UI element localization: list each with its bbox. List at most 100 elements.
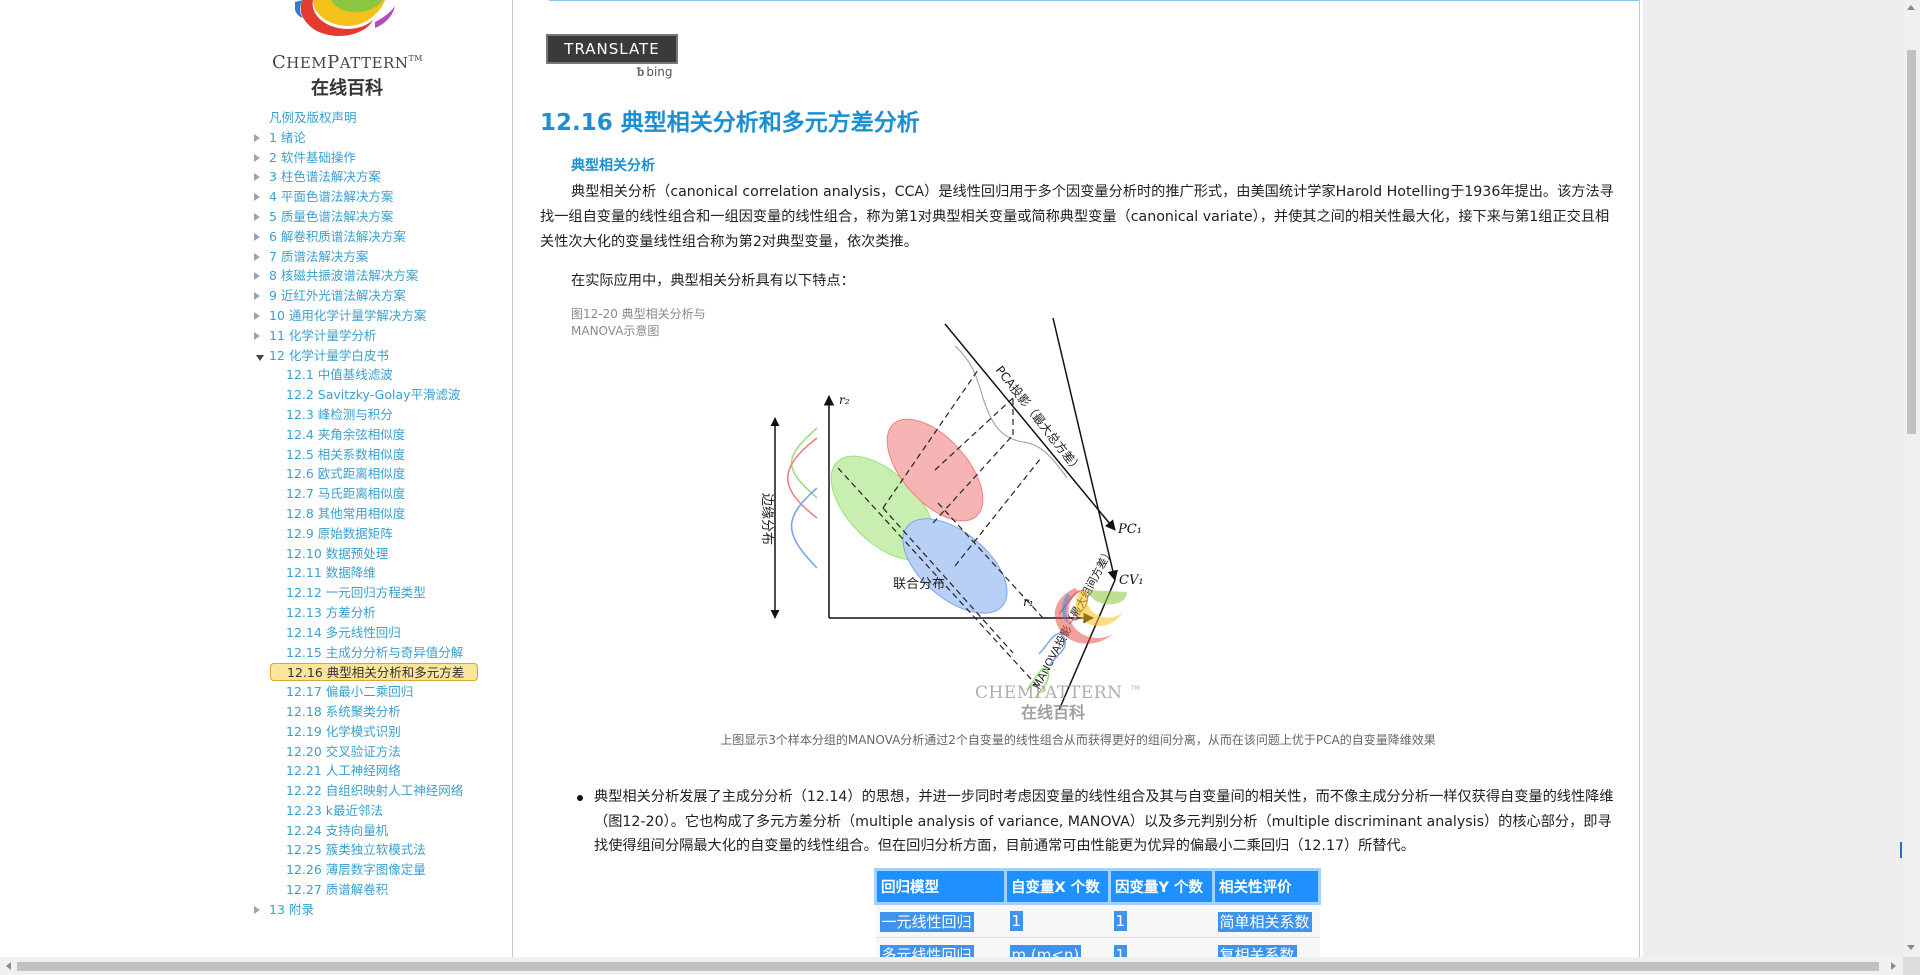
toc-item-label[interactable]: 12.10 数据预处理	[286, 544, 388, 564]
toc-item-label[interactable]: 凡例及版权声明	[269, 108, 357, 128]
scroll-right-arrow-icon[interactable]	[1891, 962, 1896, 970]
toc-item-12.25[interactable]: 12.25 簇类独立软模式法	[0, 840, 512, 860]
toc-item-label[interactable]: 4 平面色谱法解决方案	[269, 187, 393, 207]
toc-item-label[interactable]: 12.25 簇类独立软模式法	[286, 840, 426, 860]
collapsed-arrow-icon[interactable]	[254, 133, 260, 142]
toc-item-12[interactable]: 12 化学计量学白皮书	[0, 346, 512, 366]
toc-item-label[interactable]: 12.19 化学模式识别	[286, 722, 401, 742]
toc-item-1[interactable]: 1 绪论	[0, 128, 512, 148]
toc-item-10[interactable]: 10 通用化学计量学解决方案	[0, 306, 512, 326]
toc-item-label[interactable]: 12.2 Savitzky-Golay平滑滤波	[286, 385, 461, 405]
toc-item-label[interactable]: 12.6 欧式距离相似度	[286, 464, 405, 484]
toc-item-13[interactable]: 13 附录	[0, 900, 512, 920]
collapsed-arrow-icon[interactable]	[254, 153, 260, 162]
toc-item-label[interactable]: 8 核磁共振波谱法解决方案	[269, 266, 418, 286]
toc-item-11[interactable]: 11 化学计量学分析	[0, 326, 512, 346]
collapsed-arrow-icon[interactable]	[254, 193, 260, 202]
toc-item-label[interactable]: 12.26 薄层数字图像定量	[286, 860, 426, 880]
collapsed-arrow-icon[interactable]	[254, 232, 260, 241]
toc-item-label[interactable]: 12.14 多元线性回归	[286, 623, 401, 643]
collapsed-arrow-icon[interactable]	[254, 272, 260, 281]
translate-button[interactable]: TRANSLATE	[546, 34, 678, 64]
toc-item-label[interactable]: 12.3 峰检测与积分	[286, 405, 393, 425]
toc-item-12.15[interactable]: 12.15 主成分分析与奇异值分解	[0, 643, 512, 663]
toc-item-12.17[interactable]: 12.17 偏最小二乘回归	[0, 682, 512, 702]
toc-item-label[interactable]: 12.12 一元回归方程类型	[286, 583, 426, 603]
vertical-scroll-thumb[interactable]	[1907, 50, 1916, 434]
toc-item-label[interactable]: 1 绪论	[269, 128, 306, 148]
toc-item-label[interactable]: 12.4 夹角余弦相似度	[286, 425, 405, 445]
toc-item-6[interactable]: 6 解卷积质谱法解决方案	[0, 227, 512, 247]
toc-item-12.14[interactable]: 12.14 多元线性回归	[0, 623, 512, 643]
toc-item-label[interactable]: 6 解卷积质谱法解决方案	[269, 227, 406, 247]
toc-item-12.23[interactable]: 12.23 k最近邻法	[0, 801, 512, 821]
toc-item-label[interactable]: 12.27 质谱解卷积	[286, 880, 388, 900]
toc-item-12.19[interactable]: 12.19 化学模式识别	[0, 722, 512, 742]
toc-item-preface[interactable]: 凡例及版权声明	[0, 108, 512, 128]
toc-item-7[interactable]: 7 质谱法解决方案	[0, 247, 512, 267]
toc-item-label[interactable]: 12.22 自组织映射人工神经网络	[286, 781, 463, 801]
expanded-arrow-icon[interactable]	[256, 354, 264, 361]
toc-item-active[interactable]: 12.16 典型相关分析和多元方差	[0, 662, 512, 682]
toc-item-12.3[interactable]: 12.3 峰检测与积分	[0, 405, 512, 425]
toc-item-label[interactable]: 12.20 交叉验证方法	[286, 742, 401, 762]
toc-item-12.22[interactable]: 12.22 自组织映射人工神经网络	[0, 781, 512, 801]
toc-item-12.13[interactable]: 12.13 方差分析	[0, 603, 512, 623]
toc-item-3[interactable]: 3 柱色谱法解决方案	[0, 167, 512, 187]
toc-item-label[interactable]: 12.11 数据降维	[286, 563, 376, 583]
toc-item-label[interactable]: 10 通用化学计量学解决方案	[269, 306, 426, 326]
toc-item-12.8[interactable]: 12.8 其他常用相似度	[0, 504, 512, 524]
toc-item-label[interactable]: 7 质谱法解决方案	[269, 247, 368, 267]
collapsed-arrow-icon[interactable]	[254, 292, 260, 301]
toc-item-label[interactable]: 3 柱色谱法解决方案	[269, 167, 381, 187]
toc-item-label[interactable]: 12.5 相关系数相似度	[286, 445, 405, 465]
toc-item-label[interactable]: 9 近红外光谱法解决方案	[269, 286, 406, 306]
toc-item-label[interactable]: 12.1 中值基线滤波	[286, 365, 393, 385]
toc-item-label[interactable]: 12.24 支持向量机	[286, 821, 388, 841]
toc-item-label[interactable]: 13 附录	[269, 900, 314, 920]
toc-item-label[interactable]: 12.9 原始数据矩阵	[286, 524, 393, 544]
toc-item-label[interactable]: 12.7 马氏距离相似度	[286, 484, 405, 504]
toc-item-label[interactable]: 2 软件基础操作	[269, 148, 356, 168]
toc-item-label[interactable]: 5 质量色谱法解决方案	[269, 207, 393, 227]
toc-item-8[interactable]: 8 核磁共振波谱法解决方案	[0, 266, 512, 286]
horizontal-scrollbar[interactable]	[0, 957, 1903, 975]
toc-item-label[interactable]: 12.13 方差分析	[286, 603, 376, 623]
horizontal-scroll-thumb[interactable]	[17, 962, 1879, 971]
toc-item-label[interactable]: 12.23 k最近邻法	[286, 801, 383, 821]
toc-item-5[interactable]: 5 质量色谱法解决方案	[0, 207, 512, 227]
toc-item-12.11[interactable]: 12.11 数据降维	[0, 563, 512, 583]
collapsed-arrow-icon[interactable]	[254, 331, 260, 340]
toc-item-label[interactable]: 12.15 主成分分析与奇异值分解	[286, 643, 463, 663]
toc-item-12.20[interactable]: 12.20 交叉验证方法	[0, 742, 512, 762]
toc-item-12.12[interactable]: 12.12 一元回归方程类型	[0, 583, 512, 603]
bing-attribution[interactable]: ᵬ bing	[637, 65, 673, 79]
toc-item-12.1[interactable]: 12.1 中值基线滤波	[0, 365, 512, 385]
collapsed-arrow-icon[interactable]	[254, 905, 260, 914]
collapsed-arrow-icon[interactable]	[254, 212, 260, 221]
toc-item-12.5[interactable]: 12.5 相关系数相似度	[0, 445, 512, 465]
toc-item-12.27[interactable]: 12.27 质谱解卷积	[0, 880, 512, 900]
scroll-up-arrow-icon[interactable]	[1907, 5, 1915, 10]
toc-item-12.26[interactable]: 12.26 薄层数字图像定量	[0, 860, 512, 880]
collapsed-arrow-icon[interactable]	[254, 173, 260, 182]
toc-item-12.7[interactable]: 12.7 马氏距离相似度	[0, 484, 512, 504]
collapsed-arrow-icon[interactable]	[254, 252, 260, 261]
toc-item-12.2[interactable]: 12.2 Savitzky-Golay平滑滤波	[0, 385, 512, 405]
scroll-left-arrow-icon[interactable]	[6, 962, 11, 970]
toc-item-12.24[interactable]: 12.24 支持向量机	[0, 821, 512, 841]
toc-item-label[interactable]: 12 化学计量学白皮书	[269, 346, 389, 366]
toc-item-label[interactable]: 11 化学计量学分析	[269, 326, 376, 346]
vertical-scrollbar[interactable]	[1903, 0, 1920, 957]
toc-item-9[interactable]: 9 近红外光谱法解决方案	[0, 286, 512, 306]
toc-item-12.4[interactable]: 12.4 夹角余弦相似度	[0, 425, 512, 445]
toc-item-2[interactable]: 2 软件基础操作	[0, 148, 512, 168]
collapsed-arrow-icon[interactable]	[254, 311, 260, 320]
toc-item-label[interactable]: 12.17 偏最小二乘回归	[286, 682, 413, 702]
toc-item-label[interactable]: 12.8 其他常用相似度	[286, 504, 405, 524]
toc-item-12.9[interactable]: 12.9 原始数据矩阵	[0, 524, 512, 544]
toc-item-12.10[interactable]: 12.10 数据预处理	[0, 544, 512, 564]
toc-item-12.18[interactable]: 12.18 系统聚类分析	[0, 702, 512, 722]
toc-item-label[interactable]: 12.21 人工神经网络	[286, 761, 401, 781]
chempattern-logo[interactable]: CHEMPATTERNTM 在线百科	[260, 0, 440, 100]
